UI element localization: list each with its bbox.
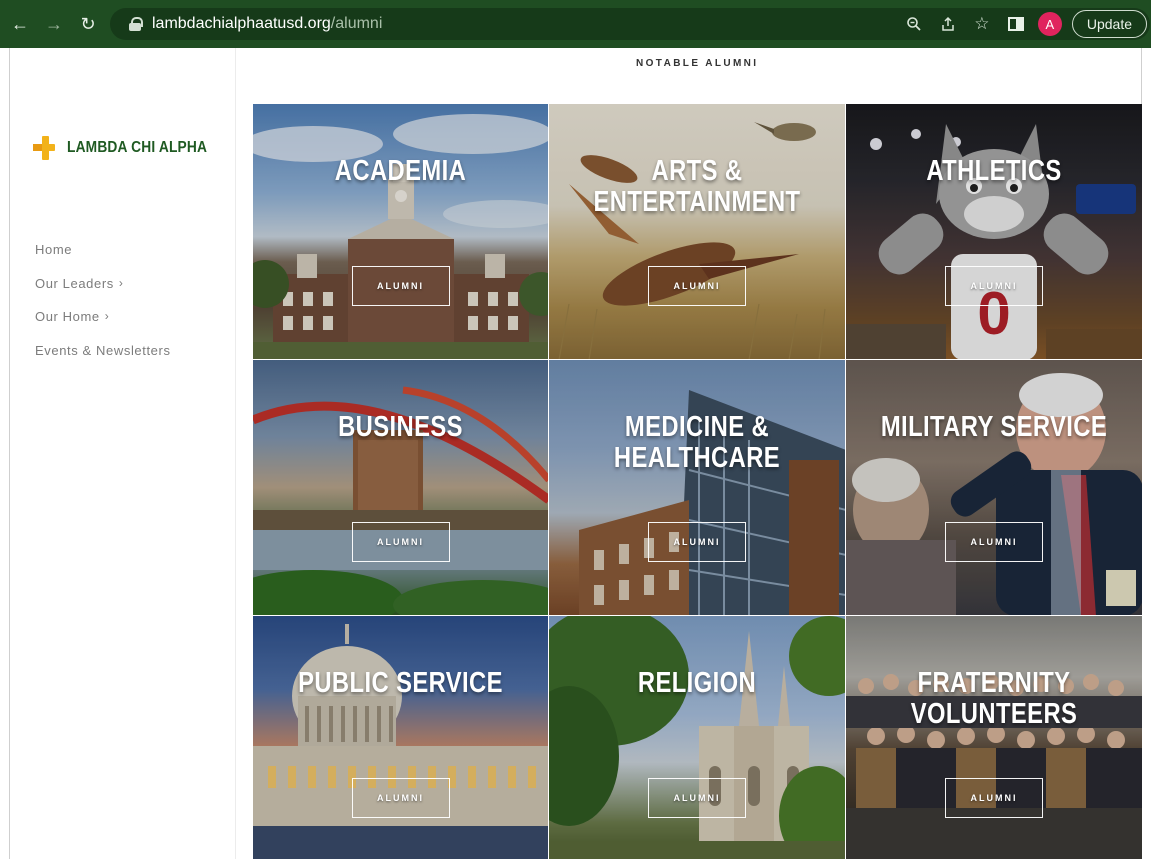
tile-public-service[interactable]: PUBLIC SERVICE ALUMNI (253, 616, 549, 859)
sidebar-item-label: Events & Newsletters (35, 342, 171, 358)
sidebar-item-our-leaders[interactable]: Our Leaders › (35, 276, 171, 310)
chevron-right-icon: › (104, 309, 110, 323)
cross-logo-icon (33, 136, 55, 160)
share-icon[interactable] (936, 12, 960, 36)
tile-title: ATHLETICS (926, 155, 1062, 187)
brand-logo-link[interactable]: LAMBDA CHI ALPHA (33, 136, 230, 160)
sidebar-item-events-newsletters[interactable]: Events & Newsletters (35, 343, 171, 377)
alumni-button-academia[interactable]: ALUMNI (351, 266, 450, 306)
brand-name: LAMBDA CHI ALPHA (67, 139, 208, 156)
side-panel-icon[interactable] (1004, 12, 1028, 36)
alumni-button-fraternity-volunteers[interactable]: ALUMNI (945, 778, 1043, 818)
sidebar-item-our-home[interactable]: Our Home › (35, 309, 171, 343)
tile-business[interactable]: BUSINESS ALUMNI (253, 360, 549, 616)
alumni-category-grid: ACADEMIA ALUMNI ARTS & ENTERTAINMENT ALU… (253, 104, 1143, 859)
sidebar: LAMBDA CHI ALPHA Home Our Leaders › Our H… (10, 48, 236, 859)
url-host: lambdachialphaatusd.org (152, 15, 331, 32)
forward-arrow-icon[interactable]: → (40, 10, 68, 38)
sidebar-item-label: Home (35, 242, 73, 257)
tile-arts-entertainment[interactable]: ARTS & ENTERTAINMENT ALUMNI (549, 104, 846, 360)
section-title: NOTABLE ALUMNI (636, 58, 759, 69)
back-arrow-icon[interactable]: ← (6, 10, 34, 38)
tile-medicine-healthcare[interactable]: MEDICINE & HEALTHCARE ALUMNI (549, 360, 846, 616)
tile-title: PUBLIC SERVICE (298, 667, 503, 699)
browser-toolbar: ← → ↻ lambdachialphaatusd.org/alumni ☆ A… (0, 0, 1151, 48)
tile-fraternity-volunteers[interactable]: FRATERNITY VOLUNTEERS ALUMNI (846, 616, 1143, 859)
tile-athletics[interactable]: 0 ATHLETICS ALUMNI (846, 104, 1143, 360)
alumni-button-religion[interactable]: ALUMNI (648, 778, 746, 818)
alumni-button-military-service[interactable]: ALUMNI (945, 522, 1043, 562)
tile-academia[interactable]: ACADEMIA ALUMNI (253, 104, 549, 360)
sidebar-item-label: Our Home (35, 309, 100, 324)
tile-title: MEDICINE & HEALTHCARE (613, 411, 781, 474)
tile-title: ACADEMIA (334, 155, 467, 187)
tile-title: RELIGION (637, 667, 757, 699)
reload-icon[interactable]: ↻ (74, 10, 102, 38)
page-content: LAMBDA CHI ALPHA Home Our Leaders › Our H… (10, 48, 1143, 859)
alumni-button-athletics[interactable]: ALUMNI (945, 266, 1043, 306)
alumni-button-public-service[interactable]: ALUMNI (351, 778, 450, 818)
profile-avatar[interactable]: A (1037, 12, 1062, 36)
alumni-button-medicine-healthcare[interactable]: ALUMNI (648, 522, 746, 562)
tile-title: MILITARY SERVICE (880, 411, 1108, 443)
zoom-icon[interactable] (902, 12, 926, 36)
tile-religion[interactable]: RELIGION ALUMNI (549, 616, 846, 859)
url-path: /alumni (330, 15, 383, 32)
lock-icon (128, 17, 143, 31)
sidebar-nav: Home Our Leaders › Our Home › Events & New… (35, 242, 171, 376)
alumni-button-arts-entertainment[interactable]: ALUMNI (648, 266, 746, 306)
sidebar-item-label: Our Leaders (35, 275, 114, 291)
tile-title: FRATERNITY VOLUNTEERS (910, 667, 1078, 730)
update-button[interactable]: Update (1071, 10, 1147, 38)
sidebar-item-home[interactable]: Home (35, 242, 171, 276)
url-text: lambdachialphaatusd.org/alumni (152, 15, 382, 33)
window-frame-left (0, 48, 10, 859)
alumni-button-business[interactable]: ALUMNI (351, 522, 450, 562)
bookmark-star-icon[interactable]: ☆ (970, 12, 994, 36)
tile-title: ARTS & ENTERTAINMENT (593, 155, 801, 218)
tile-title: BUSINESS (338, 411, 463, 443)
chevron-right-icon: › (118, 275, 124, 290)
toolbar-icons: ☆ A Update (902, 0, 1151, 48)
tile-military-service[interactable]: MILITARY SERVICE ALUMNI (846, 360, 1143, 616)
